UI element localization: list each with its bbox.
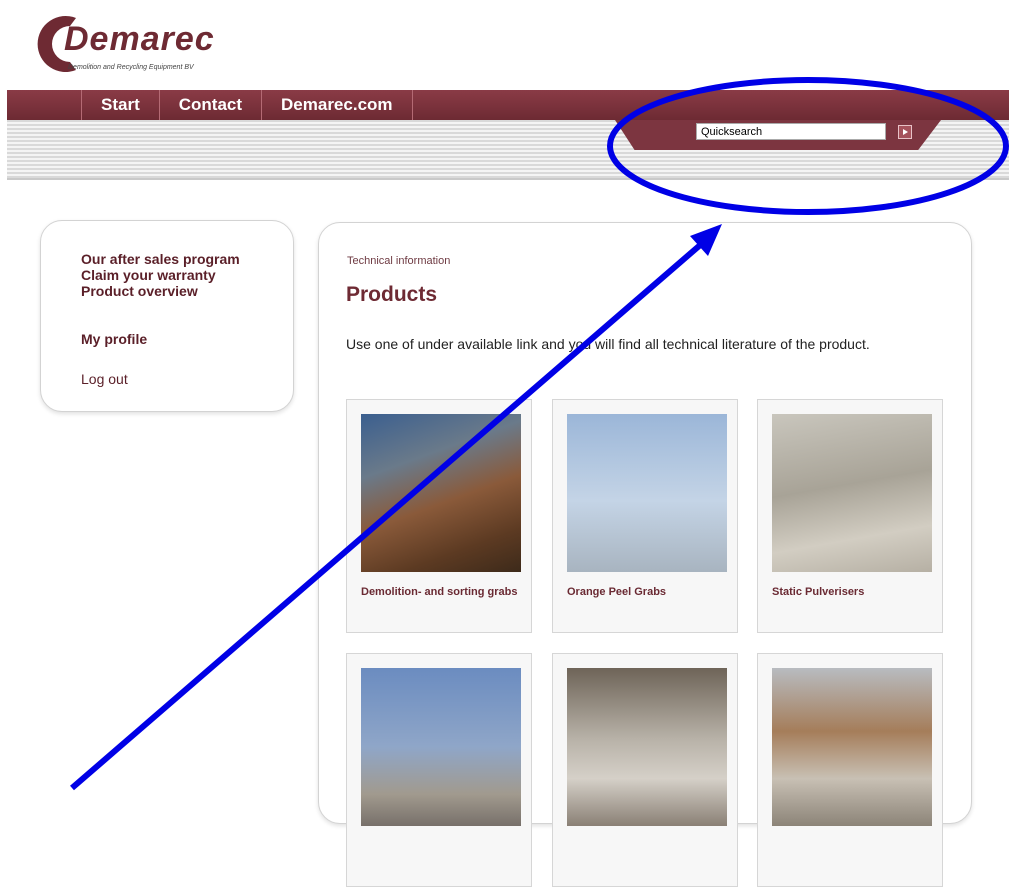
logo-tagline: Demolition and Recycling Equipment BV <box>68 64 194 71</box>
product-image <box>361 668 521 826</box>
product-card-static-pulverisers[interactable]: Static Pulverisers <box>757 399 943 633</box>
product-label: Orange Peel Grabs <box>567 586 667 598</box>
product-image <box>772 414 932 572</box>
product-card-demolition-sorting-grabs[interactable]: Demolition- and sorting grabs <box>346 399 532 633</box>
product-image <box>567 414 727 572</box>
sidebar-link-product-overview[interactable]: Product overview <box>81 283 198 299</box>
sidebar-link-my-profile[interactable]: My profile <box>81 331 147 347</box>
logo-wordmark: Demarec <box>64 20 215 58</box>
demarec-logo[interactable]: Demarec Demolition and Recycling Equipme… <box>28 8 238 78</box>
page-title: Products <box>346 283 438 306</box>
sidebar-link-log-out[interactable]: Log out <box>81 371 128 387</box>
product-label: Static Pulverisers <box>772 586 865 598</box>
nav-contact[interactable]: Contact <box>158 90 261 120</box>
search-submit-button[interactable] <box>898 125 912 139</box>
sidebar-link-claim-warranty[interactable]: Claim your warranty <box>81 267 216 283</box>
intro-text: Use one of under available link and you … <box>346 336 870 352</box>
main-nav: Start Contact Demarec.com <box>81 90 413 120</box>
product-label: Demolition- and sorting grabs <box>361 586 518 598</box>
product-image <box>772 668 932 826</box>
product-card[interactable] <box>552 653 738 887</box>
product-card[interactable] <box>346 653 532 887</box>
main-content: Technical information Products Use one o… <box>318 222 972 887</box>
product-image <box>361 414 521 572</box>
product-card-orange-peel-grabs[interactable]: Orange Peel Grabs <box>552 399 738 633</box>
quicksearch-input[interactable] <box>696 123 886 140</box>
product-image <box>567 668 727 826</box>
nav-start[interactable]: Start <box>81 90 159 120</box>
nav-demarec-com[interactable]: Demarec.com <box>261 90 413 120</box>
product-card[interactable] <box>757 653 943 887</box>
breadcrumb: Technical information <box>347 255 451 267</box>
sidebar: Our after sales program Claim your warra… <box>40 220 294 412</box>
sidebar-link-after-sales[interactable]: Our after sales program <box>81 251 240 267</box>
